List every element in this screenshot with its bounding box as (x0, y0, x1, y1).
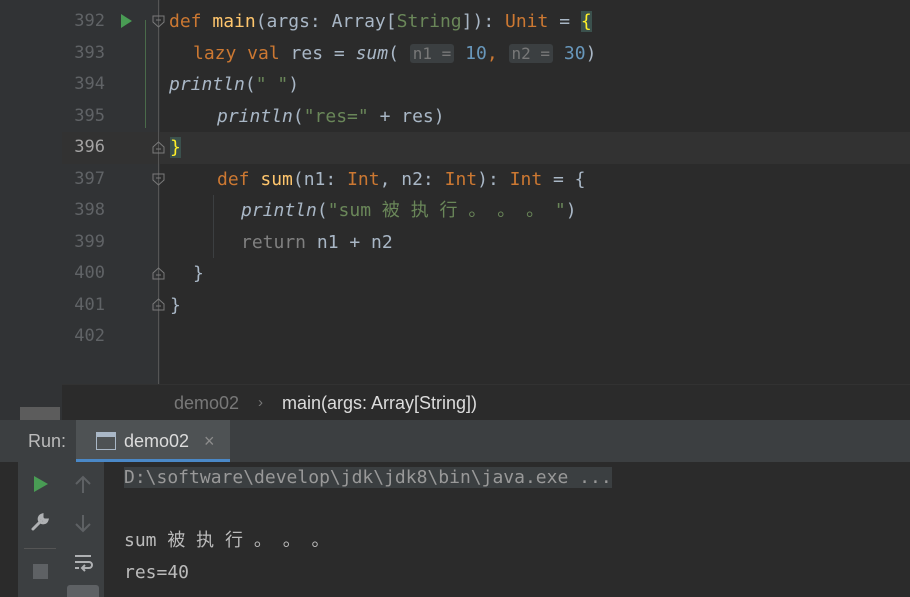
line-number: 402 (74, 326, 105, 346)
line-number: 401 (74, 294, 105, 315)
console-line: sum 被 执 行 。 。 。 (124, 530, 330, 551)
fold-close-icon[interactable] (152, 141, 165, 154)
console-line: res=40 (124, 561, 190, 583)
indent-guide (213, 195, 214, 258)
breadcrumb-method[interactable]: main(args: Array[String]) (282, 385, 477, 421)
code-text: lazy val res = sum( n1 = 10, n2 = 30) (193, 42, 597, 64)
code-line[interactable]: 400 } (62, 258, 910, 290)
horizontal-scrollbar[interactable] (20, 407, 60, 420)
run-tab-demo02[interactable]: demo02 × (76, 420, 230, 462)
console-icon (96, 432, 116, 450)
run-panel-header: Run: demo02 × (0, 420, 910, 462)
arrow-down-icon[interactable] (74, 513, 92, 537)
run-tab-label: demo02 (124, 431, 190, 451)
code-line[interactable]: 392 def main(args: Array[String]): Unit … (62, 6, 910, 38)
line-number: 393 (74, 42, 105, 63)
line-number: 396 (74, 137, 105, 157)
breadcrumb-object[interactable]: demo02 (174, 385, 239, 421)
fold-close-icon[interactable] (152, 298, 165, 311)
rerun-icon[interactable] (33, 475, 49, 497)
close-icon[interactable]: × (204, 420, 215, 462)
change-marker (145, 20, 146, 128)
code-line-current[interactable]: 396 } (62, 132, 910, 164)
fold-open-icon[interactable] (152, 173, 165, 186)
code-line[interactable]: 398 println("sum 被 执 行 。 。 。 ") (62, 195, 910, 227)
code-line[interactable]: 397 def sum(n1: Int, n2: Int): Int = { (62, 164, 910, 196)
chevron-right-icon: › (258, 394, 263, 411)
code-text: println(" ") (169, 74, 300, 95)
code-text: } (170, 294, 181, 316)
code-line[interactable]: 402 (62, 321, 910, 353)
run-label: Run: (28, 431, 67, 451)
line-number: 399 (74, 231, 105, 252)
code-text: def main(args: Array[String]): Unit = { (169, 11, 592, 32)
fold-close-icon[interactable] (152, 267, 165, 280)
code-text: println("res=" + res) (217, 105, 445, 127)
line-number: 395 (74, 105, 105, 126)
fold-open-icon[interactable] (152, 15, 165, 28)
line-number: 392 (74, 11, 105, 31)
line-number: 397 (74, 168, 105, 189)
breadcrumb: demo02 › main(args: Array[String]) (62, 384, 910, 421)
code-line[interactable]: 395 println("res=" + res) (62, 101, 910, 133)
param-hint-n2: n2 = (508, 43, 554, 63)
soft-wrap-icon[interactable] (73, 552, 93, 576)
code-text: def sum(n1: Int, n2: Int): Int = { (217, 168, 586, 190)
code-line[interactable]: 401 } (62, 290, 910, 322)
run-toolbar-primary (18, 462, 63, 597)
line-number: 398 (74, 200, 105, 220)
left-tool-strip (0, 0, 62, 420)
line-number: 394 (74, 74, 105, 94)
code-line[interactable]: 394 println(" ") (62, 69, 910, 101)
stop-icon[interactable] (33, 564, 48, 583)
arrow-up-icon[interactable] (74, 475, 92, 499)
code-text: println("sum 被 执 行 。 。 。 ") (241, 200, 577, 221)
java-command-line[interactable]: D:\software\develop\jdk\jdk8\bin\java.ex… (124, 467, 612, 488)
code-text: } (170, 137, 181, 158)
code-line[interactable]: 399 return n1 + n2 (62, 227, 910, 259)
gutter-divider (158, 0, 159, 384)
scroll-to-end-icon[interactable] (67, 585, 99, 597)
param-hint-n1: n1 = (409, 43, 455, 63)
wrench-icon[interactable] (30, 512, 50, 536)
console-output[interactable]: D:\software\develop\jdk\jdk8\bin\java.ex… (104, 462, 910, 597)
code-text: return n1 + n2 (241, 231, 393, 253)
run-toolbar-secondary (62, 462, 105, 597)
toolbar-divider (24, 548, 56, 549)
line-number: 400 (74, 263, 105, 283)
console-line: D:\software\develop\jdk\jdk8\bin\java.ex… (124, 462, 612, 494)
code-text: } (193, 263, 204, 284)
code-editor[interactable]: 392 def main(args: Array[String]): Unit … (0, 0, 910, 420)
run-main-icon[interactable] (121, 14, 132, 28)
code-line[interactable]: 393 lazy val res = sum( n1 = 10, n2 = 30… (62, 38, 910, 70)
